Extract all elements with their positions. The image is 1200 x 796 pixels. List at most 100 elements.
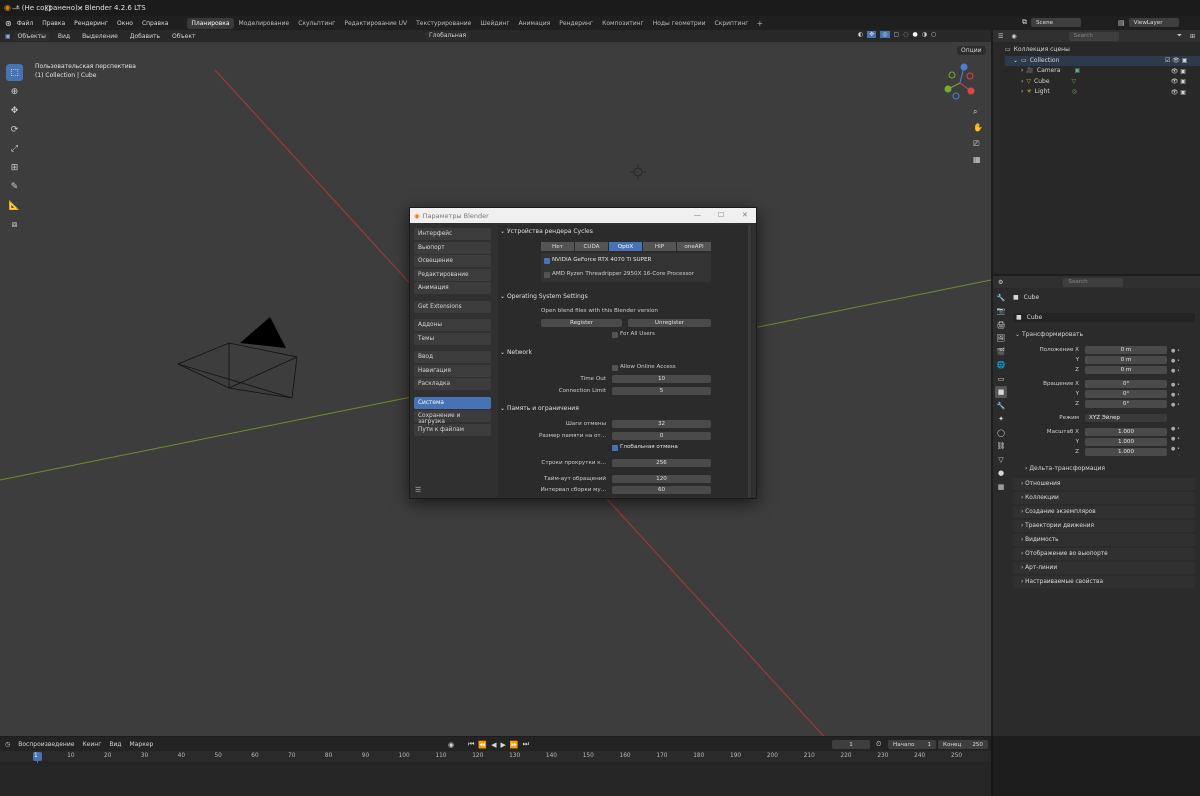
tab-modeling[interactable]: Моделирование (235, 18, 294, 29)
pan-hand-icon[interactable]: ✋ (973, 123, 987, 139)
gizmo-toggle-icon[interactable]: ✥ (867, 31, 877, 38)
menu-marker[interactable]: Маркер (130, 741, 154, 748)
tab-layout[interactable]: Планировка (187, 17, 234, 29)
sidebar-item-navigation[interactable]: Навигация (414, 364, 491, 377)
shading-solid-icon[interactable]: ● (912, 31, 917, 38)
camera-data-icon[interactable]: ▣ (1074, 66, 1080, 77)
panel-line-art[interactable]: › Арт-линии (1013, 562, 1195, 574)
section-cycles-header[interactable]: ⌄ Устройства рендера Cycles (500, 228, 593, 235)
scrollback-field[interactable]: 256 (612, 459, 711, 467)
cube-visibility-icon[interactable]: 👁 ▣ (1165, 77, 1187, 88)
scale-z-field[interactable]: 1.000 (1085, 448, 1167, 456)
shading-wire-icon[interactable]: ◌ (903, 31, 908, 38)
online-access-checkbox[interactable] (612, 365, 618, 371)
texture-tab-icon[interactable]: ▦ (995, 481, 1007, 493)
render-tab-icon[interactable]: 📷 (995, 305, 1007, 317)
properties-search-input[interactable]: Search (1063, 277, 1124, 287)
sidebar-item-viewport[interactable]: Вьюпорт (414, 241, 491, 254)
section-network-header[interactable]: ⌄ Network (500, 349, 532, 356)
prefs-maximize-button[interactable]: ☐ (718, 211, 724, 219)
timeline-track[interactable] (0, 763, 991, 796)
tab-geometry-nodes[interactable]: Ноды геометрии (649, 18, 710, 29)
sidebar-item-themes[interactable]: Темы (414, 332, 491, 345)
device-cpu-checkbox[interactable] (544, 272, 550, 278)
view-layer-selector[interactable]: ▤ ViewLayer (1118, 18, 1179, 27)
annotate-tool-icon[interactable]: ✎ (6, 178, 23, 195)
data-tab-icon[interactable]: ▽ (995, 454, 1007, 466)
undo-memory-field[interactable]: 0 (612, 432, 711, 440)
navigation-gizmo[interactable] (940, 63, 980, 103)
device-tab-none[interactable]: Нет (541, 242, 574, 251)
prefs-minimize-button[interactable]: — (694, 211, 701, 219)
timeout-field[interactable]: 10 (612, 375, 711, 383)
panel-collections[interactable]: › Коллекции (1013, 492, 1195, 504)
panel-viewport-display[interactable]: › Отображение во вьюпорте (1013, 548, 1195, 560)
shading-material-icon[interactable]: ◑ (922, 31, 927, 38)
display-mode-icon[interactable]: ◉ (1011, 33, 1016, 40)
sidebar-item-lights[interactable]: Освещение (414, 255, 491, 267)
sidebar-item-editing[interactable]: Редактирование (414, 268, 491, 281)
mode-selector[interactable]: Объекты (13, 31, 50, 41)
sidebar-item-save-load[interactable]: Сохранение и загрузка (414, 410, 491, 425)
view-layer-name[interactable]: ViewLayer (1128, 18, 1179, 27)
outliner-search-input[interactable]: Search (1068, 31, 1120, 41)
rotation-y-field[interactable]: 0° (1085, 390, 1167, 398)
panel-relations[interactable]: › Отношения (1013, 478, 1195, 490)
device-gpu-checkbox[interactable] (544, 258, 550, 264)
menu-keying[interactable]: Кеинг (82, 741, 101, 748)
location-x-field[interactable]: 0 m (1085, 346, 1167, 354)
keyframe-icon[interactable]: ● • (1171, 346, 1180, 356)
add-cube-tool-icon[interactable]: ⧈ (6, 216, 23, 233)
new-collection-icon[interactable]: ⊞ (1190, 33, 1195, 40)
menu-playback[interactable]: Воспроизведение (18, 741, 74, 748)
panel-custom-properties[interactable]: › Настраиваемые свойства (1013, 576, 1195, 588)
menu-edit[interactable]: Правка (42, 20, 65, 27)
scale-tool-icon[interactable]: ⤢ (6, 140, 23, 157)
tool-tab-icon[interactable]: 🔧 (995, 292, 1007, 304)
rotation-mode-select[interactable]: XYZ Эйлер (1085, 414, 1167, 422)
panel-motion-paths[interactable]: › Траектории движения (1013, 520, 1195, 532)
menu-object[interactable]: Объект (168, 32, 199, 41)
device-tab-hip[interactable]: HIP (643, 242, 676, 251)
timeline-editor-icon[interactable]: ◷ (5, 741, 10, 748)
overlay-toggle-icon[interactable]: ◎ (880, 31, 890, 38)
scale-y-field[interactable]: 1.000 (1085, 438, 1167, 446)
current-frame-field[interactable]: 1 (832, 740, 870, 749)
jump-start-icon[interactable]: ⏮ (468, 740, 474, 749)
tab-uv-editing[interactable]: Редактирование UV (340, 18, 411, 29)
tab-scripting[interactable]: Скриптинг (711, 18, 753, 29)
editor-type-icon[interactable]: ▣ (5, 33, 11, 40)
visibility-icon[interactable]: ◐ (858, 31, 863, 38)
jump-keyframe-back-icon[interactable]: ⏪ (478, 741, 487, 749)
unregister-button[interactable]: Unregister (628, 319, 711, 327)
location-y-field[interactable]: 0 m (1085, 356, 1167, 364)
measure-tool-icon[interactable]: 📐 (6, 197, 23, 214)
scene-collection-row[interactable]: ▭ Коллекция сцены (1005, 45, 1200, 56)
sidebar-item-interface[interactable]: Интерфейс (414, 228, 491, 240)
menu-timeline-view[interactable]: Вид (109, 741, 121, 748)
prefs-scrollbar[interactable] (748, 225, 751, 497)
jump-keyframe-forward-icon[interactable]: ⏩ (510, 741, 519, 749)
section-os-header[interactable]: ⌄ Operating System Settings (500, 293, 588, 300)
menu-render[interactable]: Рендеринг (74, 20, 108, 27)
undo-steps-field[interactable]: 32 (612, 420, 711, 428)
delta-transform-header[interactable]: › Дельта-трансформация (1025, 465, 1105, 472)
shading-render-icon[interactable]: ○ (931, 31, 936, 38)
tab-rendering[interactable]: Рендеринг (555, 18, 597, 29)
tab-compositing[interactable]: Композитинг (598, 18, 648, 29)
sidebar-item-keymap[interactable]: Раскладка (414, 378, 491, 390)
sidebar-item-animation[interactable]: Анимация (414, 282, 491, 294)
output-tab-icon[interactable]: 🖨 (995, 319, 1007, 331)
properties-editor-icon[interactable]: ⚙ (998, 279, 1003, 286)
light-data-icon[interactable]: ◎ (1072, 87, 1077, 98)
orientation-selector[interactable]: Глобальная (425, 31, 471, 40)
cursor-tool-icon[interactable]: ⊕ (6, 83, 23, 100)
rotate-tool-icon[interactable]: ⟳ (6, 121, 23, 138)
menu-add[interactable]: Добавить (126, 32, 164, 41)
tab-texture-paint[interactable]: Текстурирование (412, 18, 475, 29)
prefs-close-button[interactable]: ✕ (742, 211, 748, 219)
material-tab-icon[interactable]: ● (995, 467, 1007, 479)
xray-icon[interactable]: ▢ (894, 31, 900, 38)
mesh-data-icon[interactable]: ▽ (1072, 77, 1077, 88)
menu-file[interactable]: Файл (17, 20, 34, 27)
